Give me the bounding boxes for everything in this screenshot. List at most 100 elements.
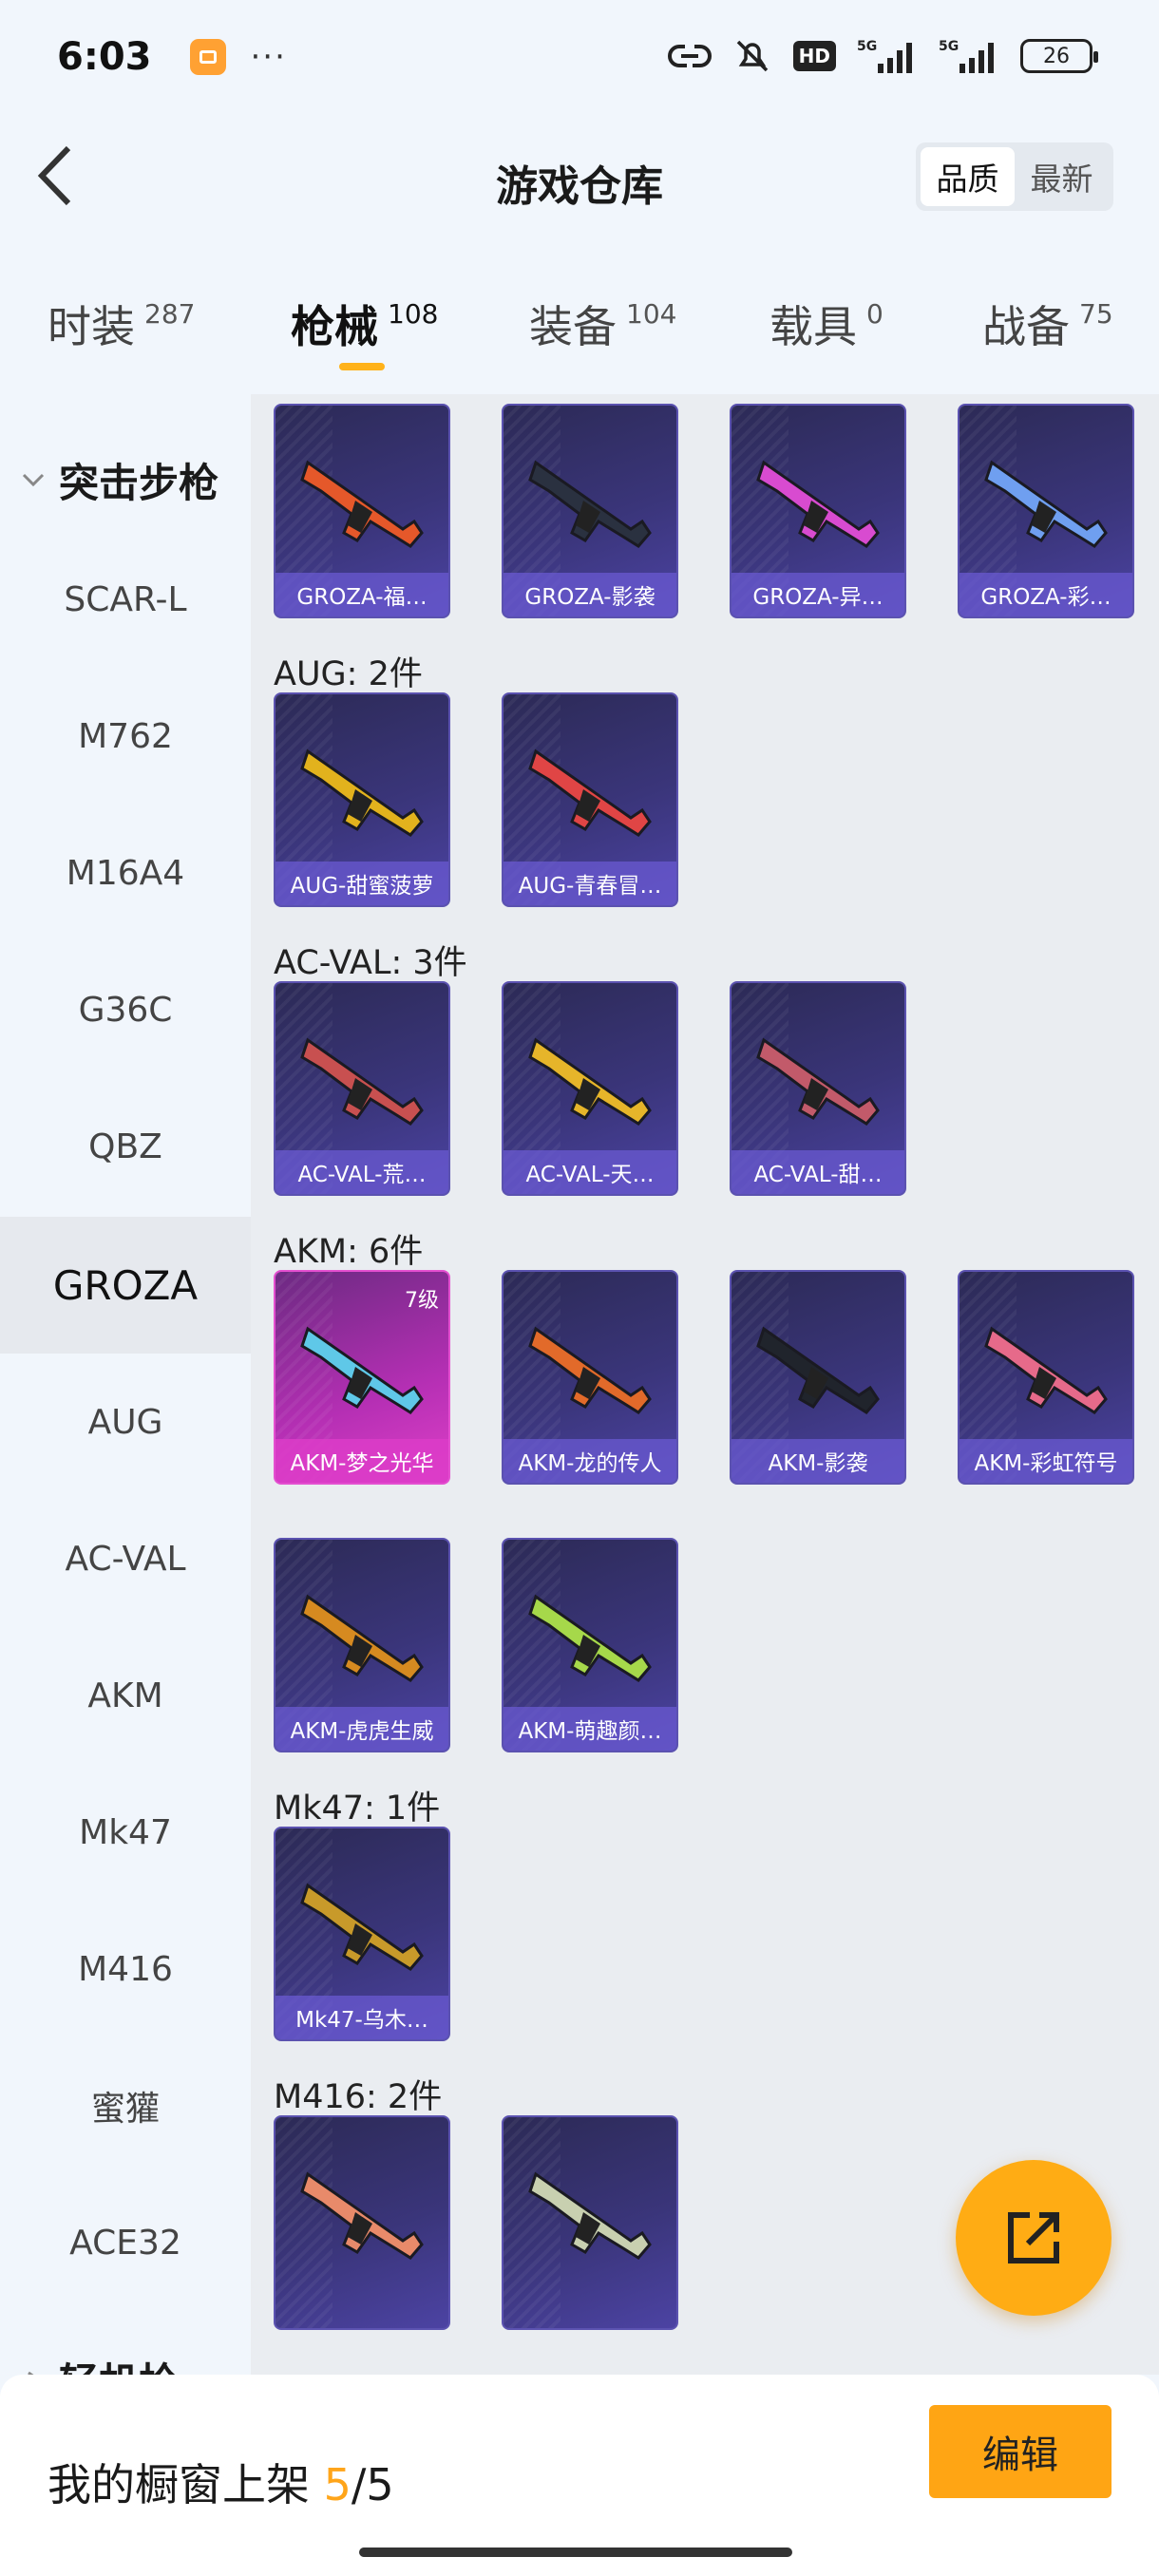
weapon-skin-card[interactable]: GROZA-彩…	[958, 404, 1134, 618]
tab-fashion[interactable]: 时装 287	[48, 293, 195, 355]
weapon-skin-card[interactable]: Mk47-乌木…	[274, 1827, 450, 2041]
tab-label: 载具	[770, 301, 857, 352]
skin-name: AKM-虎虎生威	[276, 1707, 448, 1751]
sidebar-item-mk47[interactable]: Mk47	[0, 1764, 251, 1901]
tab-equipment[interactable]: 装备 104	[529, 293, 676, 355]
weapon-skin-card[interactable]: AKM-虎虎生威	[274, 1538, 450, 1752]
status-bar: 6:03 ··· HD 5G 5G 26	[0, 0, 1159, 114]
weapon-skin-card[interactable]: AKM-彩虹符号	[958, 1270, 1134, 1485]
weapon-image	[300, 1326, 424, 1414]
group-title: AKM: 6件	[274, 1233, 424, 1271]
header: 游戏仓库 品质 最新	[0, 114, 1159, 242]
battery-icon: 26	[1020, 39, 1098, 73]
tab-label: 时装	[48, 301, 135, 352]
weapon-image	[300, 460, 424, 548]
skin-name: AUG-甜蜜菠萝	[276, 862, 448, 905]
sidebar-item-scar-l[interactable]: SCAR-L	[0, 531, 251, 668]
tab-label: 战备	[982, 301, 1070, 352]
sidebar-item-m416[interactable]: M416	[0, 1901, 251, 2037]
mute-bell-icon	[736, 40, 768, 72]
sidebar-item-ace32[interactable]: ACE32	[0, 2174, 251, 2311]
tab-count: 104	[626, 298, 677, 330]
weapon-image	[300, 1037, 424, 1126]
svg-text:5G: 5G	[939, 39, 959, 54]
group-title: M416: 2件	[274, 2078, 443, 2116]
weapon-image	[528, 2171, 652, 2260]
weapon-skin-card[interactable]: GROZA-影袭	[502, 404, 678, 618]
weapon-skin-card[interactable]: GROZA-福…	[274, 404, 450, 618]
weapon-image	[300, 748, 424, 837]
weapon-image	[756, 460, 880, 548]
tab-supplies[interactable]: 战备 75	[982, 293, 1113, 355]
weapon-skin-card[interactable]	[502, 2115, 678, 2330]
weapon-skin-card[interactable]: AUG-青春冒…	[502, 692, 678, 907]
weapon-skin-card[interactable]: 7级 AKM-梦之光华	[274, 1270, 450, 1485]
signal-5g-icon-2: 5G	[939, 39, 994, 73]
more-notifications-icon: ···	[250, 38, 287, 76]
sidebar-group-assault-rifles[interactable]: 突击步枪	[0, 432, 251, 527]
weapon-image	[984, 1326, 1108, 1414]
skin-name: GROZA-影袭	[504, 573, 676, 616]
weapon-skin-card[interactable]: AUG-甜蜜菠萝	[274, 692, 450, 907]
weapon-skin-card[interactable]: AC-VAL-荒…	[274, 981, 450, 1196]
tab-guns[interactable]: 枪械 108	[291, 293, 438, 355]
weapon-image	[528, 1594, 652, 1682]
weapon-skin-card[interactable]: AC-VAL-甜…	[730, 981, 906, 1196]
weapon-skin-card[interactable]	[274, 2115, 450, 2330]
skin-name: AKM-影袭	[732, 1439, 904, 1483]
sidebar-group-lmg[interactable]: 轻机枪	[0, 2332, 251, 2375]
weapon-image	[528, 460, 652, 548]
tab-vehicles[interactable]: 载具 0	[770, 293, 884, 355]
skin-name: AKM-梦之光华	[276, 1439, 448, 1483]
skin-name: GROZA-彩…	[960, 573, 1132, 616]
sidebar-item-m16a4[interactable]: M16A4	[0, 805, 251, 941]
hd-voice-badge: HD	[792, 41, 836, 71]
tab-count: 108	[388, 298, 439, 330]
skin-name: GROZA-福…	[276, 573, 448, 616]
sort-toggle: 品质 最新	[916, 142, 1113, 211]
weapon-image	[528, 748, 652, 837]
active-tab-indicator	[339, 363, 385, 370]
skin-name: AKM-彩虹符号	[960, 1439, 1132, 1483]
weapon-type-sidebar: 突击步枪 SCAR-L M762 M16A4 G36C QBZ GROZA AU…	[0, 394, 251, 2375]
weapon-image	[528, 1326, 652, 1414]
calendar-notification-icon	[189, 39, 226, 75]
weapon-skin-card[interactable]: GROZA-异…	[730, 404, 906, 618]
weapon-skin-card[interactable]: AC-VAL-天…	[502, 981, 678, 1196]
sidebar-item-groza[interactable]: GROZA	[0, 1217, 251, 1354]
weapon-skin-card[interactable]: AKM-龙的传人	[502, 1270, 678, 1485]
skin-level-badge: 7级	[405, 1289, 439, 1313]
sidebar-item-aug[interactable]: AUG	[0, 1354, 251, 1490]
skin-name: AUG-青春冒…	[504, 862, 676, 905]
weapon-skin-card[interactable]: AKM-影袭	[730, 1270, 906, 1485]
sidebar-item-qbz[interactable]: QBZ	[0, 1078, 251, 1215]
showcase-total: 5	[366, 2459, 394, 2510]
sidebar-item-m762[interactable]: M762	[0, 668, 251, 805]
skin-name: AC-VAL-甜…	[732, 1150, 904, 1194]
sidebar-group-label: 轻机枪	[59, 2351, 179, 2376]
share-icon	[1008, 2212, 1059, 2263]
weapon-image	[300, 1883, 424, 1971]
sort-option-quality[interactable]: 品质	[921, 147, 1015, 206]
signal-5g-icon-1: 5G	[857, 39, 912, 73]
showcase-current: 5	[323, 2459, 352, 2510]
chevron-down-icon	[22, 473, 45, 487]
sidebar-item-akm[interactable]: AKM	[0, 1627, 251, 1764]
weapon-image	[300, 2171, 424, 2260]
sidebar-item-honey-badger[interactable]: 蜜獾	[0, 2037, 251, 2174]
weapon-skin-card[interactable]: AKM-萌趣颜…	[502, 1538, 678, 1752]
weapon-image	[756, 1326, 880, 1414]
sidebar-item-g36c[interactable]: G36C	[0, 941, 251, 1078]
edit-button[interactable]: 编辑	[929, 2405, 1112, 2498]
tab-count: 287	[144, 298, 196, 330]
sort-option-newest[interactable]: 最新	[1015, 147, 1109, 206]
skin-name: AKM-萌趣颜…	[504, 1707, 676, 1751]
tab-count: 75	[1079, 298, 1113, 330]
group-title: Mk47: 1件	[274, 1790, 441, 1828]
weapon-image	[300, 1594, 424, 1682]
share-button[interactable]	[956, 2160, 1112, 2316]
skin-name: Mk47-乌木…	[276, 1996, 448, 2039]
home-indicator[interactable]	[359, 2548, 792, 2557]
sidebar-item-ac-val[interactable]: AC-VAL	[0, 1490, 251, 1627]
weapon-image	[756, 1037, 880, 1126]
